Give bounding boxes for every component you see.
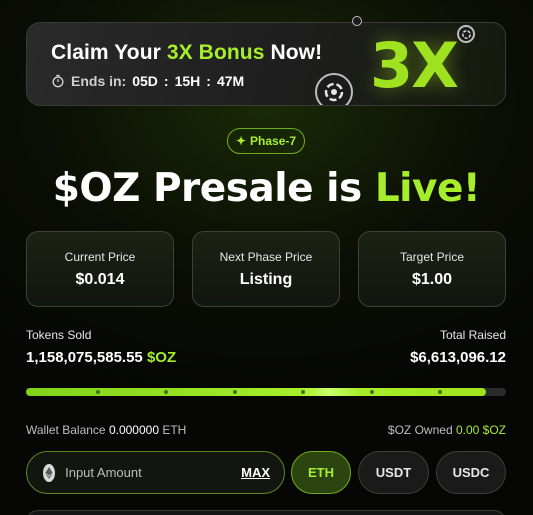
oz-owned-value: 0.00 $OZ xyxy=(455,423,506,437)
next-phase-price-value: Listing xyxy=(239,271,293,288)
total-raised-label: Total Raised xyxy=(439,328,506,342)
next-phase-price-card: Next Phase Price Listing xyxy=(192,231,340,307)
timer-minutes: 47M xyxy=(216,73,245,89)
tokens-sold-label: Tokens Sold xyxy=(26,328,92,342)
bonus-title-post: Now! xyxy=(264,41,323,64)
progress-marker xyxy=(233,390,237,394)
headline-main: $OZ Presale is xyxy=(52,166,375,211)
bonus-title-accent: 3X Bonus xyxy=(166,41,265,64)
ethereum-icon xyxy=(43,463,56,482)
bonus-3x-graphic: 3X xyxy=(370,29,459,102)
sparkle-icon: ✦ xyxy=(235,134,247,148)
timer-separator: : xyxy=(163,73,169,89)
bonus-banner[interactable]: Claim Your 3X Bonus Now! Ends in: 05D : … xyxy=(26,22,506,106)
amount-input-field[interactable]: MAX xyxy=(26,451,285,494)
usdt-currency-button[interactable]: USDT xyxy=(358,451,429,494)
page-title: $OZ Presale is Live! xyxy=(0,166,533,211)
oz-owned: $OZ Owned 0.00 $OZ xyxy=(388,423,506,437)
wallet-balance-label: Wallet Balance xyxy=(26,423,106,437)
phase-badge: ✦ Phase-7 xyxy=(227,128,305,154)
target-price-value: $1.00 xyxy=(411,271,453,288)
progress-marker xyxy=(164,390,168,394)
timer-days: 05D xyxy=(132,73,158,89)
progress-marker xyxy=(96,390,100,394)
tokens-sold-value: 1,158,075,585.55 $OZ xyxy=(26,349,176,366)
target-price-card: Target Price $1.00 xyxy=(358,231,506,307)
progress-fill xyxy=(26,388,486,396)
eth-currency-button[interactable]: ETH xyxy=(291,451,351,494)
current-price-card: Current Price $0.014 xyxy=(26,231,174,307)
target-price-label: Target Price xyxy=(399,250,465,264)
bonus-title-pre: Claim Your xyxy=(51,41,167,64)
progress-marker xyxy=(438,390,442,394)
current-price-label: Current Price xyxy=(64,250,136,264)
current-price-value: $0.014 xyxy=(75,271,125,288)
total-raised-value: $6,613,096.12 xyxy=(410,349,506,366)
timer-label: Ends in: xyxy=(71,73,127,89)
presale-progress-bar xyxy=(26,388,506,396)
next-panel-edge xyxy=(26,510,506,515)
timer-separator: : xyxy=(206,73,211,89)
usdc-currency-button[interactable]: USDC xyxy=(436,451,506,494)
headline-accent: Live! xyxy=(374,166,481,211)
max-button[interactable]: MAX xyxy=(241,465,270,480)
next-phase-price-label: Next Phase Price xyxy=(219,250,313,264)
stopwatch-icon xyxy=(52,74,64,88)
tokens-sold-currency: $OZ xyxy=(146,349,177,366)
bonus-title: Claim Your 3X Bonus Now! xyxy=(51,41,322,65)
wallet-balance-value: 0.000000 xyxy=(108,423,159,437)
wallet-balance-unit: ETH xyxy=(162,423,187,437)
oz-coin-small-icon xyxy=(457,25,475,43)
progress-marker xyxy=(301,390,305,394)
oz-owned-label: $OZ Owned xyxy=(387,423,453,437)
tokens-sold-amount: 1,158,075,585.55 xyxy=(26,349,143,366)
amount-input[interactable] xyxy=(65,465,242,480)
timer-hours: 15H xyxy=(174,73,201,89)
oz-coin-icon xyxy=(315,73,353,105)
countdown-timer: Ends in: 05D : 15H : 47M xyxy=(51,73,244,89)
wallet-balance: Wallet Balance 0.000000 ETH xyxy=(26,423,186,437)
oz-coin-tiny-icon xyxy=(352,16,362,26)
phase-label: Phase-7 xyxy=(250,134,297,148)
progress-marker xyxy=(370,390,374,394)
